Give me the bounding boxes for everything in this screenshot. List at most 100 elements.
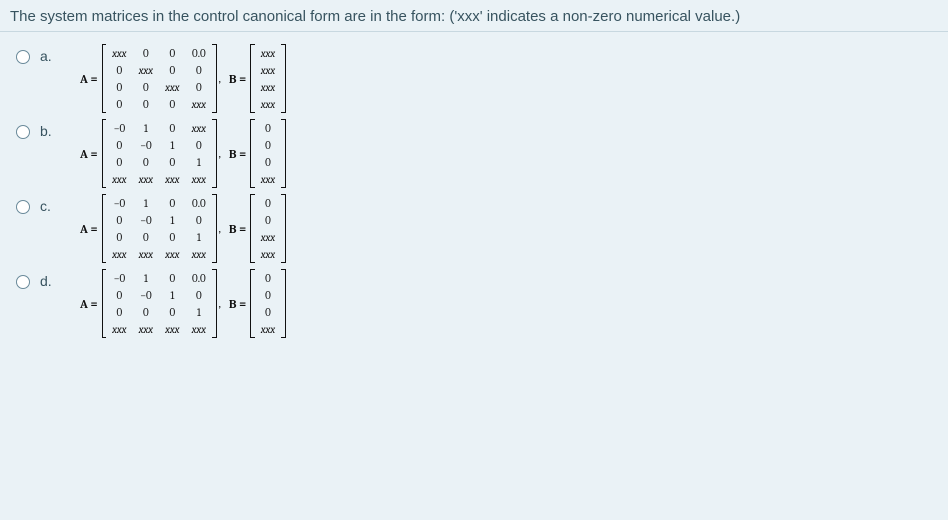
matrix-cell: xxx (186, 321, 213, 338)
matrix-cell: 0 (255, 195, 282, 212)
matrix-cell: 1 (133, 120, 160, 137)
matrix-B-c: 00xxxxxx (250, 194, 286, 263)
comma: , (217, 222, 225, 235)
matrix-cell: xxx (255, 229, 282, 246)
question-text: The system matrices in the control canon… (0, 0, 948, 32)
matrix-cell: xxx (255, 62, 282, 79)
matrix-cell: 1 (159, 212, 186, 229)
matrix-cell: 0 (159, 120, 186, 137)
matrix-cell: xxx (133, 246, 160, 263)
comma: , (217, 147, 225, 160)
matrix-cell: xxx (106, 45, 133, 62)
matrix-cell: 0 (159, 229, 186, 246)
matrix-cell: xxx (159, 171, 186, 188)
matrix-cell: −0 (106, 195, 133, 212)
matrix-cell: xxx (133, 321, 160, 338)
matrix-cell: 0 (106, 212, 133, 229)
matrix-cell: 0.0 (186, 45, 213, 62)
matrix-cell: xxx (106, 321, 133, 338)
matrix-cell: 0 (159, 304, 186, 321)
matrix-cell: xxx (159, 321, 186, 338)
label-B: B = (225, 72, 250, 86)
matrix-cell: 1 (133, 270, 160, 287)
option-d-math: A = −0100.00−0100001xxxxxxxxxxxx , B = 0… (76, 269, 286, 338)
matrix-cell: xxx (106, 246, 133, 263)
matrix-cell: 0 (133, 304, 160, 321)
matrix-cell: 0 (186, 212, 213, 229)
matrix-cell: 0 (133, 45, 160, 62)
matrix-cell: 0 (159, 45, 186, 62)
matrix-cell: 0 (159, 96, 186, 113)
matrix-cell: 1 (186, 229, 213, 246)
matrix-cell: xxx (186, 246, 213, 263)
matrix-cell: xxx (106, 171, 133, 188)
matrix-cell: 0 (159, 195, 186, 212)
matrix-cell: 0 (106, 137, 133, 154)
matrix-cell: 0 (106, 287, 133, 304)
radio-a[interactable] (16, 50, 30, 64)
matrix-B-a: xxxxxxxxxxxx (250, 44, 286, 113)
matrix-cell: xxx (133, 62, 160, 79)
matrix-cell: 0 (106, 96, 133, 113)
comma: , (217, 297, 225, 310)
matrix-cell: xxx (255, 171, 282, 188)
matrix-cell: 0.0 (186, 195, 213, 212)
radio-d[interactable] (16, 275, 30, 289)
matrix-cell: 0 (106, 154, 133, 171)
option-b[interactable]: b. A = −010xxx0−0100001xxxxxxxxxxxx , B … (0, 117, 948, 192)
option-c-math: A = −0100.00−0100001xxxxxxxxxxxx , B = 0… (76, 194, 286, 263)
matrix-cell: 0 (106, 304, 133, 321)
matrix-cell: 0 (159, 62, 186, 79)
matrix-B-d: 000xxx (250, 269, 286, 338)
matrix-cell: 0 (186, 62, 213, 79)
option-c-label: c. (40, 198, 76, 214)
matrix-cell: xxx (186, 171, 213, 188)
matrix-cell: 1 (133, 195, 160, 212)
matrix-cell: −0 (133, 137, 160, 154)
matrix-cell: 0.0 (186, 270, 213, 287)
matrix-cell: 0 (106, 62, 133, 79)
option-a-math: A = xxx000.00xxx0000xxx0000xxx , B = xxx… (76, 44, 286, 113)
matrix-cell: 0 (255, 154, 282, 171)
matrix-cell: 0 (106, 229, 133, 246)
matrix-cell: 1 (186, 304, 213, 321)
matrix-A-d: −0100.00−0100001xxxxxxxxxxxx (102, 269, 217, 338)
matrix-cell: 0 (255, 212, 282, 229)
matrix-cell: 0 (255, 137, 282, 154)
matrix-cell: 1 (159, 137, 186, 154)
matrix-cell: 0 (186, 79, 213, 96)
matrix-cell: −0 (106, 120, 133, 137)
matrix-cell: 0 (186, 287, 213, 304)
option-b-label: b. (40, 123, 76, 139)
matrix-cell: 1 (159, 287, 186, 304)
label-B: B = (225, 222, 250, 236)
matrix-cell: xxx (255, 79, 282, 96)
option-a[interactable]: a. A = xxx000.00xxx0000xxx0000xxx , B = … (0, 42, 948, 117)
label-B: B = (225, 297, 250, 311)
matrix-cell: xxx (255, 246, 282, 263)
radio-b[interactable] (16, 125, 30, 139)
matrix-cell: 0 (133, 96, 160, 113)
matrix-cell: xxx (133, 171, 160, 188)
options-container: a. A = xxx000.00xxx0000xxx0000xxx , B = … (0, 32, 948, 342)
matrix-cell: xxx (255, 321, 282, 338)
option-c[interactable]: c. A = −0100.00−0100001xxxxxxxxxxxx , B … (0, 192, 948, 267)
matrix-cell: 0 (133, 229, 160, 246)
matrix-A-a: xxx000.00xxx0000xxx0000xxx (102, 44, 217, 113)
comma: , (217, 72, 225, 85)
matrix-cell: 0 (255, 270, 282, 287)
matrix-cell: 1 (186, 154, 213, 171)
option-d[interactable]: d. A = −0100.00−0100001xxxxxxxxxxxx , B … (0, 267, 948, 342)
matrix-cell: xxx (255, 45, 282, 62)
matrix-cell: 0 (133, 154, 160, 171)
matrix-cell: 0 (159, 270, 186, 287)
matrix-cell: −0 (133, 287, 160, 304)
matrix-cell: 0 (133, 79, 160, 96)
matrix-cell: 0 (186, 137, 213, 154)
matrix-cell: −0 (106, 270, 133, 287)
label-A: A = (76, 72, 102, 86)
matrix-B-b: 000xxx (250, 119, 286, 188)
matrix-cell: 0 (255, 120, 282, 137)
radio-c[interactable] (16, 200, 30, 214)
matrix-cell: 0 (255, 304, 282, 321)
